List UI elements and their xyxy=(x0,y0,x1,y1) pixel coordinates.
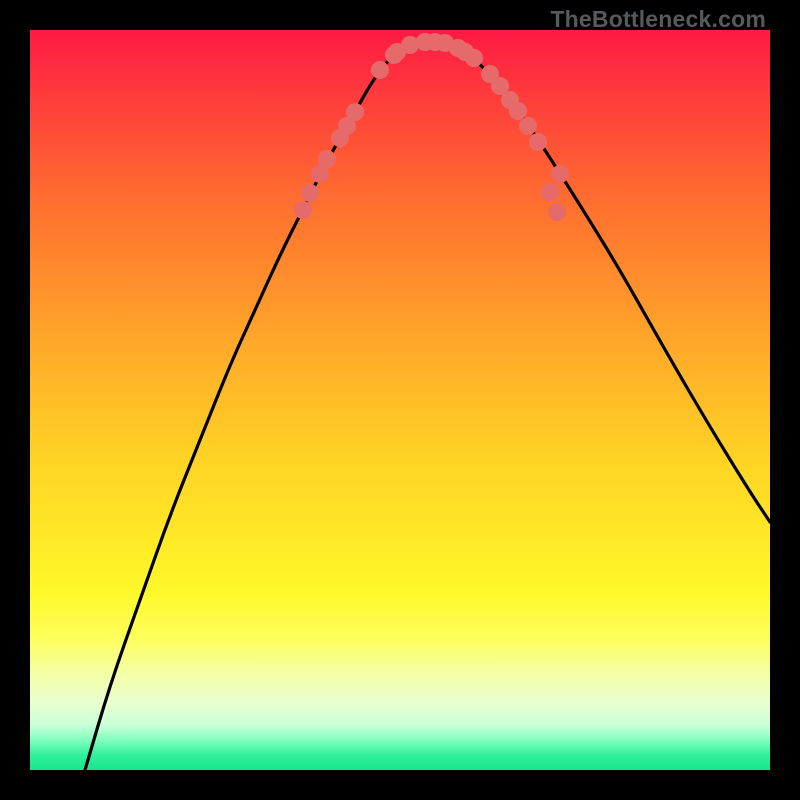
chart-svg xyxy=(30,30,770,770)
marker-dot xyxy=(331,129,349,147)
marker-dot xyxy=(416,33,434,51)
marker-dot xyxy=(318,150,336,168)
marker-dot xyxy=(481,65,499,83)
marker-dot xyxy=(388,43,406,61)
marker-dot xyxy=(465,49,483,67)
marker-dot xyxy=(529,133,547,151)
marker-dot xyxy=(371,61,389,79)
marker-dot xyxy=(311,165,329,183)
marker-dot xyxy=(346,103,364,121)
marker-dot xyxy=(449,39,467,57)
curve-line xyxy=(85,42,770,770)
chart-plot-area xyxy=(30,30,770,770)
marker-dot xyxy=(301,184,319,202)
marker-dot xyxy=(519,117,537,135)
marker-dot xyxy=(456,43,474,61)
marker-dot xyxy=(509,102,527,120)
marker-dot xyxy=(541,183,559,201)
marker-dots xyxy=(294,33,569,221)
marker-dot xyxy=(551,165,569,183)
marker-dot xyxy=(548,203,566,221)
marker-dot xyxy=(501,91,519,109)
marker-dot xyxy=(491,77,509,95)
marker-dot xyxy=(401,36,419,54)
attribution-text: TheBottleneck.com xyxy=(550,6,766,33)
marker-dot xyxy=(385,46,403,64)
marker-dot xyxy=(426,33,444,51)
marker-dot xyxy=(436,34,454,52)
marker-dot xyxy=(338,117,356,135)
marker-dot xyxy=(294,201,312,219)
